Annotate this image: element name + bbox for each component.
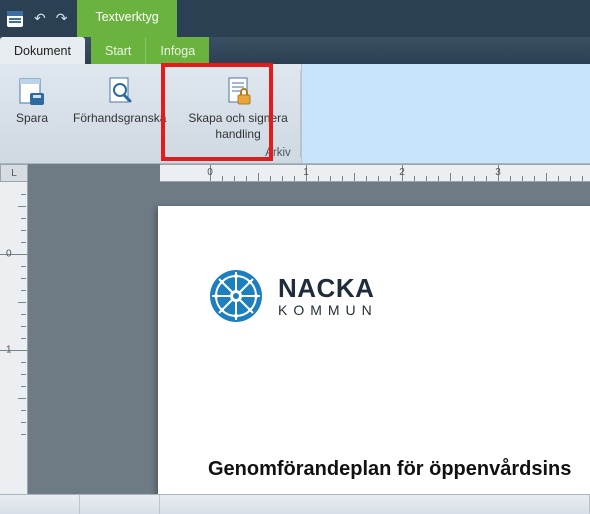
ruler-label: 1: [303, 167, 309, 178]
ruler-gap: [28, 164, 160, 182]
ruler-label: 0: [6, 249, 12, 260]
statusbar: [0, 494, 590, 514]
titlebar: ↶ ↷ Textverktyg: [0, 0, 590, 37]
ruler-label: 1: [6, 345, 12, 356]
page-heading: Genomförandeplan för öppenvårdsins: [208, 458, 571, 481]
ruler-label: 3: [495, 167, 501, 178]
tab-infoga[interactable]: Infoga: [145, 37, 209, 64]
statusbar-segment[interactable]: [0, 495, 80, 514]
vertical-ruler[interactable]: 01: [0, 182, 28, 494]
magnifier-document-icon: [104, 75, 136, 107]
nacka-logo-line1: NACKA: [278, 275, 378, 301]
ribbon-group-label: Arkiv: [6, 147, 295, 161]
create-and-sign-label-line2: handling: [215, 127, 260, 141]
save-button-label: Spara: [16, 111, 48, 125]
preview-button-label: Förhandsgranska: [73, 111, 166, 125]
workspace: 01: [0, 182, 590, 494]
ruler-corner[interactable]: L: [0, 164, 28, 182]
document-lock-icon: [222, 75, 254, 107]
ribbon-group-arkiv: Spara Förhandsgranska: [0, 64, 301, 163]
save-button[interactable]: Spara: [6, 72, 58, 128]
ruler-label: 2: [399, 167, 405, 178]
contextual-tabgroup-label: Textverktyg: [77, 0, 176, 37]
save-icon: [16, 75, 48, 107]
statusbar-segment[interactable]: [160, 495, 590, 514]
nacka-logo: NACKA KOMMUN: [208, 268, 378, 324]
tabstrip: Dokument Start Infoga: [0, 37, 590, 64]
nacka-logo-line2: KOMMUN: [278, 303, 378, 317]
nacka-mark-icon: [208, 268, 264, 324]
horizontal-ruler[interactable]: 0 1 2 3: [160, 164, 590, 182]
ribbon: Spara Förhandsgranska: [0, 64, 590, 164]
document-canvas[interactable]: NACKA KOMMUN BBiC BARNENS BEHOV I CENTRU…: [28, 182, 590, 494]
statusbar-segment[interactable]: [80, 495, 160, 514]
tab-start[interactable]: Start: [91, 37, 145, 64]
create-and-sign-label-line1: Skapa och signera: [188, 111, 287, 125]
preview-button[interactable]: Förhandsgranska: [66, 72, 173, 128]
undo-icon[interactable]: ↶: [34, 10, 46, 27]
ribbon-empty-area: [301, 64, 590, 163]
create-and-sign-button[interactable]: Skapa och signera handling: [181, 72, 294, 144]
tab-dokument[interactable]: Dokument: [0, 37, 85, 64]
page: NACKA KOMMUN BBiC BARNENS BEHOV I CENTRU…: [158, 206, 590, 494]
redo-icon[interactable]: ↷: [56, 10, 68, 27]
quick-access-toolbar: ↶ ↷: [0, 0, 73, 37]
app-icon: [6, 10, 24, 28]
ruler-label: 0: [207, 167, 213, 178]
ruler-row: L 0 1 2 3: [0, 164, 590, 182]
nacka-logo-text: NACKA KOMMUN: [278, 275, 378, 317]
